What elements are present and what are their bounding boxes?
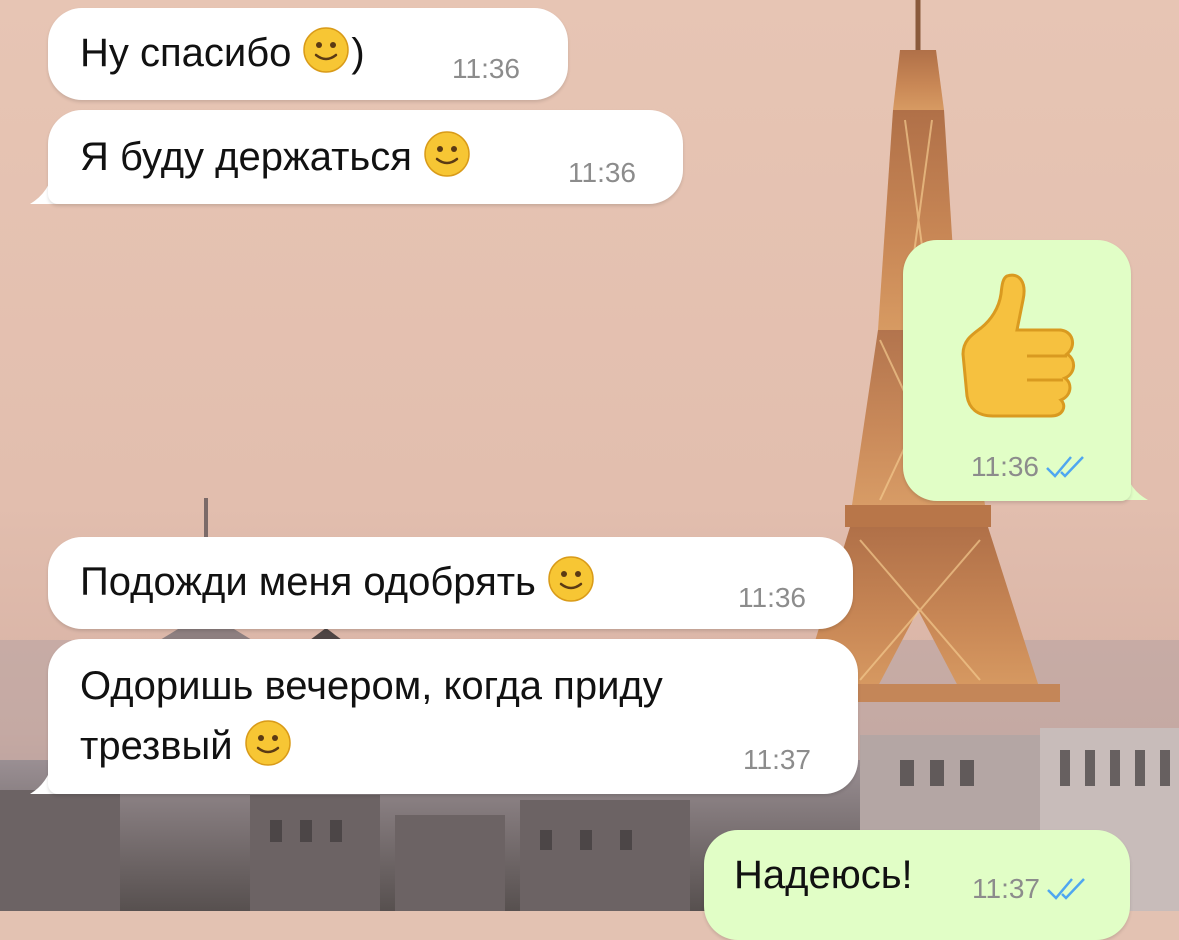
message-text-line: Одоришь вечером, когда приду <box>80 664 663 708</box>
message-timestamp: 11:36 <box>568 157 636 188</box>
slightly-smiling-face-icon <box>424 131 470 177</box>
message-bubble-incoming[interactable]: Одоришь вечером, когда приду трезвый 11:… <box>48 639 858 794</box>
message-timestamp: 11:36 <box>452 53 520 84</box>
message-bubble-outgoing[interactable]: 11:36 <box>903 240 1131 501</box>
slightly-smiling-face-icon <box>303 27 350 73</box>
message-text-line: трезвый <box>80 717 293 775</box>
thumbs-up-icon <box>961 273 1075 418</box>
read-receipt-icon <box>1046 456 1084 478</box>
read-receipt-icon <box>1047 878 1085 900</box>
message-timestamp: 11:36 <box>971 452 1087 482</box>
slightly-smiling-face-icon <box>548 556 594 602</box>
message-bubble-incoming[interactable]: Подожди меня одобрять 11:36 <box>48 537 853 629</box>
message-timestamp: 11:37 <box>972 874 1088 904</box>
message-timestamp: 11:36 <box>738 582 806 613</box>
message-text: Я буду держаться <box>80 128 472 186</box>
message-bubble-incoming[interactable]: Я буду держаться 11:36 <box>48 110 683 204</box>
message-text: Подожди меня одобрять <box>80 553 596 611</box>
message-bubble-outgoing[interactable]: Надеюсь! 11:37 <box>704 830 1130 940</box>
message-bubble-incoming[interactable]: Ну спасибо) 11:36 <box>48 8 568 100</box>
slightly-smiling-face-icon <box>244 720 291 766</box>
message-text: Ну спасибо) <box>80 24 365 82</box>
message-timestamp: 11:37 <box>743 744 811 775</box>
message-text: Надеюсь! <box>734 853 913 897</box>
